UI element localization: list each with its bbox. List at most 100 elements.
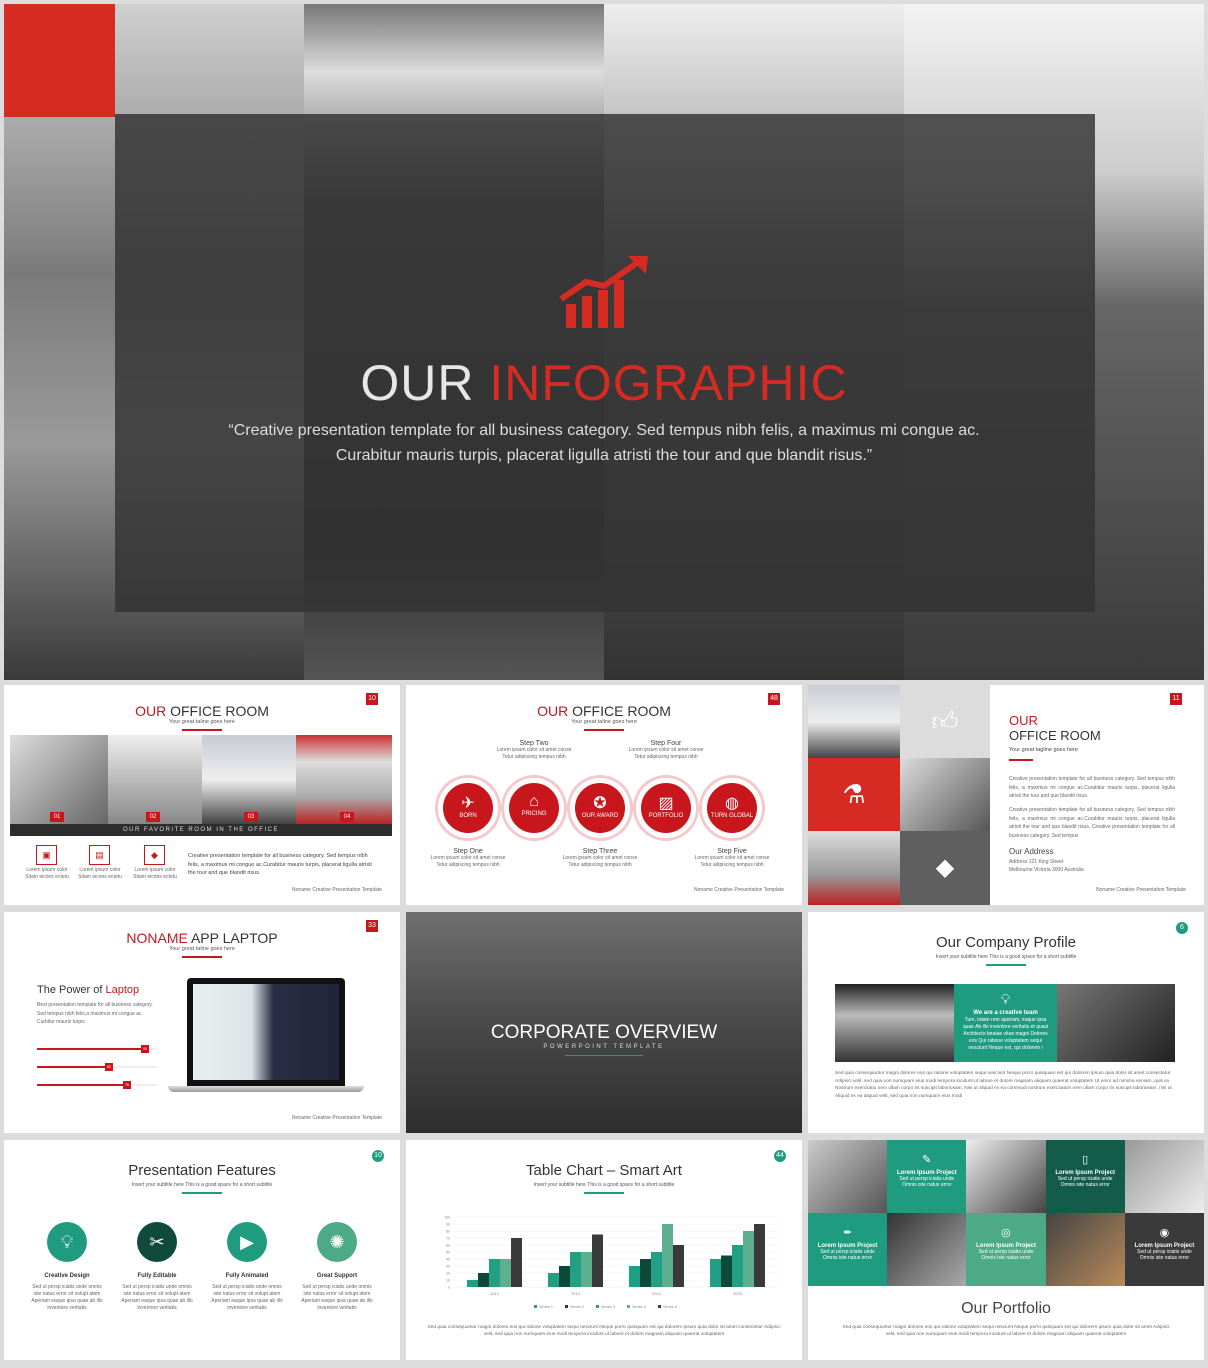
- portfolio-photo: [1124, 1140, 1204, 1213]
- step-text: Tetur adipiscing tempus nibh: [436, 862, 500, 868]
- slide-subtitle: POWERPOINT TEMPLATE: [543, 1044, 665, 1050]
- tagline: Your great taline goes here: [571, 719, 637, 725]
- slide-portfolio[interactable]: ✎ Lorem Ipsum Project Sed ut persp iciatis…: [808, 1140, 1204, 1360]
- bar-2015-series-4: [743, 1231, 754, 1287]
- slide-app-laptop[interactable]: 33 NONAME APP LAPTOP Your great taline g…: [4, 912, 400, 1133]
- slide-subtitle: Insert your subtitle here This is a good…: [131, 1182, 273, 1188]
- slider-handle[interactable]: 75: [123, 1081, 131, 1089]
- address-line: Address 121 King Street: [1009, 859, 1064, 865]
- slide-company-profile[interactable]: 6 Our Company Profile Insert your subtit…: [808, 912, 1204, 1133]
- tile-text: Omnis iste natus error: [1139, 1255, 1189, 1261]
- y-tick-label: 60: [446, 1244, 450, 1248]
- room-number: 04: [340, 812, 354, 822]
- room-number: 03: [244, 812, 258, 822]
- y-tick-label: 100: [444, 1216, 450, 1220]
- palette-icon: ✎: [922, 1154, 932, 1166]
- flask-icon: ⚗: [808, 758, 900, 831]
- room-photo-2: [108, 735, 202, 824]
- heading-accent: Laptop: [105, 984, 140, 996]
- slide-office-room-1[interactable]: 10 OUR OFFICE ROOM Your great taline goe…: [4, 685, 400, 905]
- address-line: Melbourne Victoria 3000 Australia: [1009, 867, 1084, 873]
- portfolio-photo: [1045, 1213, 1125, 1286]
- portfolio-photo: [808, 1140, 888, 1213]
- title-underline: [182, 1192, 222, 1194]
- step-text: Tetur adipiscing tempus nibh: [568, 862, 632, 868]
- medal-icon: ✪: [593, 795, 607, 812]
- portfolio-tile[interactable]: ◎ Lorem Ipsum Project Sed ut persp iciatis…: [966, 1213, 1046, 1286]
- tile-text: Omnis iste natus error: [1060, 1182, 1110, 1188]
- step-circle-pricing[interactable]: ⌂ PRICING: [504, 778, 564, 838]
- step-title: Step Four: [650, 740, 682, 747]
- bar-2012-series-5: [511, 1238, 522, 1287]
- step-circle-our-award[interactable]: ✪ OUR AWARD: [570, 778, 630, 838]
- slide-office-room-grid[interactable]: 👍︎ ⚗ ◆ 11 OUR OFFICE ROOM Your great tag…: [808, 685, 1204, 905]
- bar-2014-series-5: [673, 1245, 684, 1287]
- slide-title: OFFICE ROOM: [170, 703, 269, 719]
- title-underline: [584, 729, 624, 731]
- icon-caption: Sitam eicons ectetu: [133, 874, 177, 880]
- slide-number: 6: [1176, 922, 1188, 934]
- bar-2013-series-1: [548, 1273, 559, 1287]
- step-circle-turn-global[interactable]: ◍ TURN GLOBAL: [702, 778, 762, 838]
- title-accent: NONAME: [126, 930, 188, 946]
- bar-2013-series-2: [559, 1266, 570, 1287]
- slide-title: Our Company Profile: [935, 934, 1077, 951]
- step-title: Step Three: [582, 848, 618, 855]
- calendar-icon: ▣: [36, 845, 57, 865]
- tools-icon: ✂: [137, 1222, 177, 1262]
- step-text: Lorem ipsum color sit amet conse: [694, 855, 770, 861]
- lifebuoy-icon: ✺: [317, 1222, 357, 1262]
- step-circle-portfolio[interactable]: ▨ PORTFOLIO: [636, 778, 696, 838]
- room-number: 02: [146, 812, 160, 822]
- feature-text: Sed ut persp iciatis unde omnis iste nat…: [31, 1284, 103, 1311]
- quote-line-1: “Creative presentation template for all …: [228, 422, 980, 439]
- lightbulb-icon: 💡︎: [1000, 991, 1011, 1007]
- slide-title: APP LAPTOP: [190, 930, 278, 946]
- y-tick-label: 70: [446, 1237, 450, 1241]
- step-label: OUR AWARD: [581, 813, 619, 819]
- room-photo-4: [296, 735, 392, 824]
- step-title: Step One: [453, 848, 483, 855]
- title-accent: INFOGRAPHIC: [489, 355, 848, 411]
- x-tick-label: 2012: [490, 1291, 500, 1296]
- icon-caption: Lorem ipsum color: [79, 867, 121, 873]
- footer-brand: Noname Creative Presentation Template: [292, 887, 382, 893]
- step-circle-born[interactable]: ✈ BORN: [438, 778, 498, 838]
- bar-2012-series-1: [467, 1280, 478, 1287]
- slide-office-room-steps[interactable]: 48 OUR OFFICE ROOM Your great taline goe…: [406, 685, 802, 905]
- pen-icon: ✒: [842, 1227, 853, 1239]
- eye-icon: ◉: [1159, 1227, 1170, 1239]
- bar-2015-series-2: [721, 1255, 732, 1287]
- slider-handle[interactable]: 90: [141, 1045, 149, 1053]
- title-accent: OUR: [135, 703, 167, 719]
- step-caption: Step Three Lorem ipsum color sit amet con…: [550, 848, 650, 869]
- legend-swatch: [658, 1305, 661, 1308]
- rising-chart-icon: [559, 256, 648, 328]
- paragraph: Creative presentation template for all b…: [1009, 776, 1175, 799]
- paragraph: Creative presentation template for all b…: [1009, 807, 1175, 839]
- slider-fill: [37, 1084, 127, 1086]
- title-underline: [182, 956, 222, 958]
- bar-2012-series-4: [500, 1259, 511, 1287]
- portfolio-tile[interactable]: ◉ Lorem Ipsum Project Sed ut persp iciatis…: [1124, 1213, 1204, 1286]
- step-label: BORN: [459, 813, 477, 819]
- portfolio-tile[interactable]: ✒ Lorem Ipsum Project Sed ut persp iciatis…: [808, 1213, 888, 1286]
- bar-2014-series-2: [640, 1259, 651, 1287]
- tagline: Your great taline goes here: [169, 946, 235, 952]
- portfolio-tile[interactable]: ✎ Lorem Ipsum Project Sed ut persp iciatis…: [887, 1140, 967, 1213]
- slide-title: Presentation Features: [128, 1162, 276, 1179]
- room-banner: OUR FAVORITE ROOM IN THE OFFICE: [10, 824, 392, 836]
- slide-corporate-overview[interactable]: CORPORATE OVERVIEW POWERPOINT TEMPLATE: [406, 912, 802, 1133]
- slide-subtitle: Insert your subtitle here This is a good…: [935, 954, 1077, 960]
- slider-handle[interactable]: 60: [105, 1063, 113, 1071]
- feature-title: Fully Animated: [225, 1273, 269, 1279]
- footer-brand: Noname Creative Presentation Template: [292, 1115, 382, 1121]
- x-tick-label: 2013: [571, 1291, 581, 1296]
- feature-text: Sed ut persp iciatis unde omnis iste nat…: [301, 1284, 373, 1311]
- portfolio-tile[interactable]: ▯ Lorem Ipsum Project Sed ut persp iciatis…: [1045, 1140, 1125, 1213]
- slide-presentation-features[interactable]: 10 Presentation Features Insert your sub…: [4, 1140, 400, 1360]
- heading: The Power of: [37, 984, 103, 996]
- step-text: Lorem ipsum color sit amet conse: [628, 747, 704, 753]
- hero-slide[interactable]: OUR INFOGRAPHIC “Creative presentation t…: [4, 4, 1204, 680]
- slide-table-chart[interactable]: 44 Table Chart – Smart Art Insert your s…: [406, 1140, 802, 1360]
